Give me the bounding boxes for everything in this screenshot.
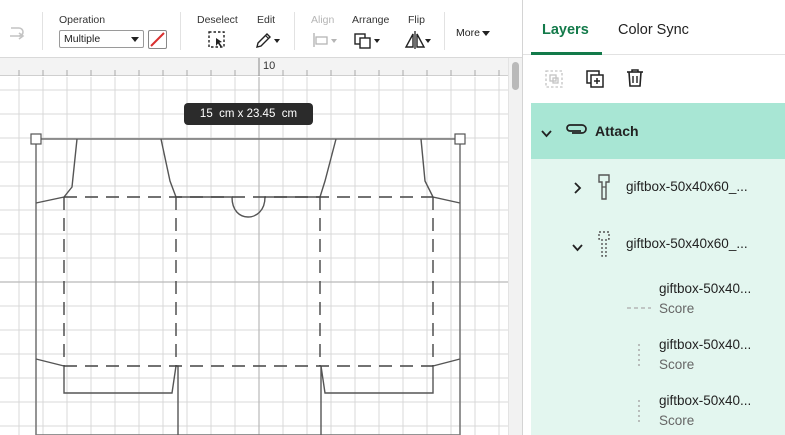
flip-icon[interactable]: [404, 30, 426, 55]
selection-box[interactable]: [35, 138, 461, 435]
horizontal-ruler: 10: [0, 58, 508, 76]
edit-label: Edit: [257, 14, 276, 26]
pencil-icon[interactable]: [254, 30, 274, 55]
layer-item[interactable]: giftbox-50x40... Score: [531, 383, 785, 435]
vertical-scrollbar[interactable]: [508, 58, 522, 435]
layer-item[interactable]: giftbox-50x40x60_...: [531, 215, 785, 271]
layer-group-label: Attach: [595, 123, 639, 139]
arrange-icon[interactable]: [353, 30, 373, 55]
resize-handle[interactable]: [454, 133, 466, 145]
design-grid: [0, 77, 508, 435]
layer-actions: [523, 55, 785, 103]
layer-name: giftbox-50x40...: [659, 337, 752, 352]
design-space: Operation Multiple Deselect Edit Align A…: [0, 0, 785, 435]
toolbar-divider: [180, 12, 181, 50]
layers-list: Attach giftbox-50x40x60_... giftbox-50x4…: [531, 103, 785, 435]
toolbar-divider: [444, 12, 445, 50]
dimension-tooltip: 15 cm x 23.45 cm: [184, 103, 313, 125]
arrange-label: Arrange: [352, 14, 390, 26]
duplicate-icon[interactable]: [585, 69, 605, 94]
align-icon[interactable]: [311, 30, 331, 55]
resize-handle[interactable]: [30, 133, 42, 145]
dotted-line-icon: [637, 400, 641, 429]
flip-label: Flip: [408, 14, 425, 26]
chevron-down-icon[interactable]: [331, 39, 337, 43]
redo-icon[interactable]: [6, 24, 28, 42]
tab-color-sync[interactable]: Color Sync: [618, 22, 689, 38]
layer-name: giftbox-50x40x60_...: [626, 179, 748, 194]
layer-group-attach[interactable]: Attach: [531, 103, 785, 159]
operation-value: Multiple: [64, 33, 101, 45]
dotted-line-icon: [637, 344, 641, 373]
chevron-down-icon: [131, 37, 139, 42]
edit-toolbar: Operation Multiple Deselect Edit Align A…: [0, 0, 522, 58]
chevron-right-icon[interactable]: [573, 181, 582, 199]
color-swatch-none[interactable]: [148, 30, 167, 49]
layer-item[interactable]: giftbox-50x40... Score: [531, 327, 785, 383]
chevron-down-icon[interactable]: [274, 39, 280, 43]
chevron-down-icon[interactable]: [541, 125, 552, 143]
ruler-ticks: [18, 58, 500, 76]
operation-label: Operation: [59, 14, 106, 26]
layer-type: Score: [659, 413, 695, 428]
chevron-down-icon[interactable]: [425, 39, 431, 43]
more-button[interactable]: More: [456, 27, 490, 39]
cut-icon: [595, 173, 613, 206]
scroll-thumb[interactable]: [512, 62, 519, 90]
layer-item[interactable]: giftbox-50x40x60_...: [531, 159, 785, 215]
operation-select[interactable]: Multiple: [59, 30, 144, 48]
chevron-down-icon: [481, 30, 490, 36]
toolbar-divider: [42, 12, 43, 50]
score-group-icon: [595, 230, 613, 263]
chevron-down-icon[interactable]: [374, 39, 380, 43]
layer-type: Score: [659, 301, 695, 316]
deselect-icon[interactable]: [207, 30, 227, 55]
panel-tabs: Layers Color Sync: [523, 0, 785, 55]
layer-name: giftbox-50x40...: [659, 393, 752, 408]
layer-name: giftbox-50x40...: [659, 281, 752, 296]
group-icon[interactable]: [544, 69, 564, 94]
paperclip-icon: [565, 122, 587, 141]
deselect-label: Deselect: [197, 14, 238, 26]
align-label: Align: [311, 14, 335, 26]
trash-icon[interactable]: [625, 68, 645, 93]
tab-layers[interactable]: Layers: [542, 22, 589, 38]
chevron-down-icon[interactable]: [572, 239, 583, 257]
layer-item[interactable]: giftbox-50x40... Score: [531, 271, 785, 327]
layer-name: giftbox-50x40x60_...: [626, 236, 748, 251]
more-label: More: [456, 27, 480, 39]
toolbar-divider: [294, 12, 295, 50]
dashed-line-icon: [627, 297, 651, 315]
cut-lines: [35, 138, 461, 435]
layer-type: Score: [659, 357, 695, 372]
ruler-mark: 10: [263, 60, 276, 72]
layers-panel: Layers Color Sync Attach giftbox-50x40x6…: [522, 0, 785, 435]
